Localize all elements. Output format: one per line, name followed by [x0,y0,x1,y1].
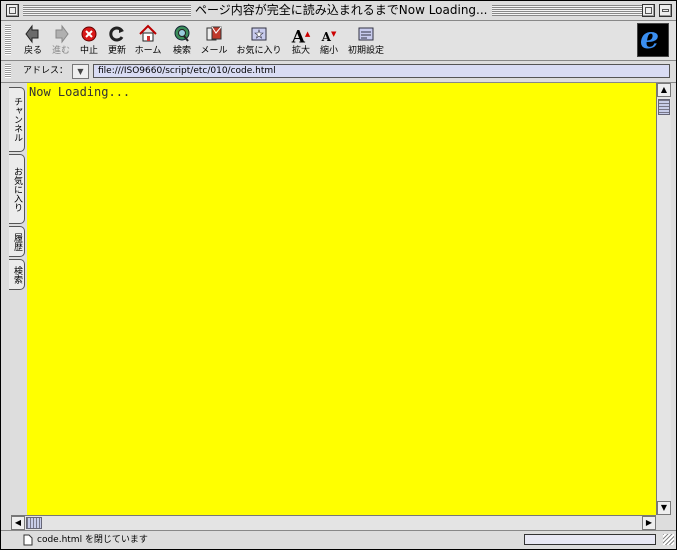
chevron-down-icon: ▼ [77,67,84,76]
progress-bar [524,534,656,545]
forward-button[interactable]: 進む [48,24,74,57]
explorer-bar-tabs: チャンネル お気に入り 履歴 検索 [1,83,27,515]
stop-button[interactable]: 中止 [76,24,102,57]
status-bar: code.html を閉じています [1,530,676,549]
close-box-button[interactable] [6,4,19,17]
browser-window: ページ内容が完全に読み込まれるまでNow Loading... 戻る 進む 中止… [0,0,677,550]
tab-history[interactable]: 履歴 [9,226,25,257]
search-button[interactable]: 検索 [169,24,195,57]
refresh-icon [107,24,127,44]
vertical-scroll-thumb[interactable] [658,99,670,115]
arrow-down-icon: ▼ [660,503,668,512]
mail-button-label: メール [200,46,228,56]
favorites-button[interactable]: お気に入り [235,24,283,57]
mail-button[interactable]: メール [199,24,229,57]
horizontal-scrollbar[interactable]: ◀ ▶ [11,515,656,530]
back-arrow-icon [23,24,43,44]
vertical-scrollbar[interactable]: ▲ ▼ [656,83,671,515]
collapse-box-icon [662,9,669,12]
scroll-down-button[interactable]: ▼ [657,501,671,515]
text-larger-icon: A▲ [291,27,311,48]
text-smaller-icon: A▼ [321,29,337,44]
scroll-left-button[interactable]: ◀ [11,516,25,530]
forward-button-label: 進む [51,46,70,56]
scroll-right-button[interactable]: ▶ [642,516,656,530]
text-larger-button[interactable]: A▲ 拡大 [289,24,313,57]
zoom-box-icon [645,7,652,14]
address-history-dropdown[interactable]: ▼ [72,64,89,79]
home-icon [138,24,158,44]
scroll-up-button[interactable]: ▲ [657,83,671,97]
text-smaller-button-label: 縮小 [319,46,338,56]
text-smaller-button[interactable]: A▼ 縮小 [317,24,341,57]
tab-search[interactable]: 検索 [9,259,25,290]
refresh-button[interactable]: 更新 [104,24,130,57]
forward-arrow-icon [51,24,71,44]
search-icon [172,24,192,44]
status-text: code.html を閉じています [37,535,148,545]
resize-grip-icon[interactable] [663,534,674,545]
explorer-logo-icon: e [640,21,660,56]
back-button-label: 戻る [23,46,42,56]
favorites-icon [249,24,269,44]
toolbar-grip[interactable] [5,25,11,55]
arrow-right-icon: ▶ [645,518,653,527]
arrow-up-icon: ▲ [660,85,668,94]
title-bar[interactable]: ページ内容が完全に読み込まれるまでNow Loading... [1,1,676,21]
address-bar-grip[interactable] [5,64,11,78]
mail-icon [204,24,224,44]
preferences-button[interactable]: 初期設定 [345,24,387,57]
document-icon [23,534,33,546]
search-button-label: 検索 [172,46,191,56]
arrow-left-icon: ◀ [14,518,22,527]
close-box-icon [9,7,16,14]
back-button[interactable]: 戻る [20,24,46,57]
horizontal-scroll-thumb[interactable] [26,517,42,529]
address-input[interactable]: file:///ISO9660/script/etc/010/code.html [93,64,670,78]
loading-message: Now Loading... [29,85,131,99]
preferences-button-label: 初期設定 [347,46,384,56]
address-label: アドレス： [23,66,69,76]
favorites-button-label: お気に入り [236,46,282,56]
button-toolbar: 戻る 進む 中止 更新 ホーム 検索 メール お気に入り A▲ 拡大 A▼ 縮小… [1,21,676,61]
explorer-logo: e [637,21,669,57]
tab-channels[interactable]: チャンネル [9,87,25,152]
collapse-box-button[interactable] [659,4,672,17]
zoom-box-button[interactable] [642,4,655,17]
page-content: Now Loading... [27,83,656,515]
preferences-icon [356,24,376,44]
address-bar: アドレス： ▼ file:///ISO9660/script/etc/010/c… [1,61,676,83]
stop-button-label: 中止 [79,46,98,56]
home-button-label: ホーム [134,46,162,56]
home-button[interactable]: ホーム [132,24,164,57]
text-larger-button-label: 拡大 [291,46,310,56]
tab-favorites[interactable]: お気に入り [9,154,25,224]
window-title: ページ内容が完全に読み込まれるまでNow Loading... [191,3,492,18]
stop-icon [79,24,99,44]
refresh-button-label: 更新 [107,46,126,56]
